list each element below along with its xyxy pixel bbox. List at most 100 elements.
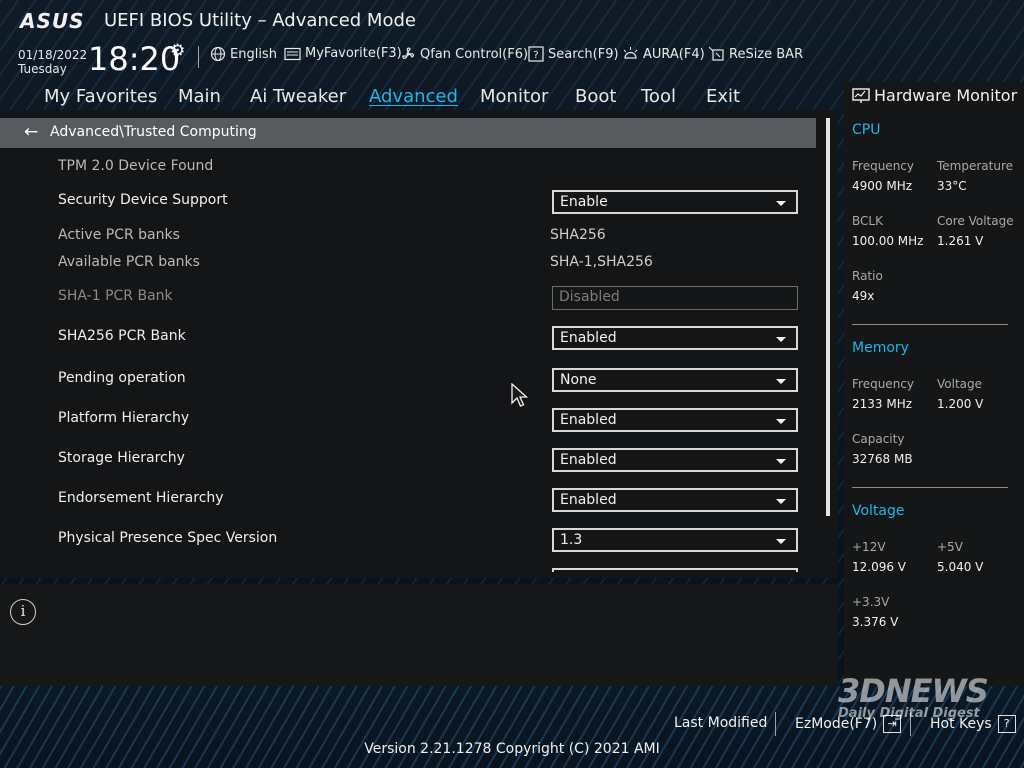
active-pcr-label: Active PCR banks <box>58 227 180 243</box>
endorsement-hierarchy-select[interactable]: Enabled <box>552 488 798 512</box>
language-label: English <box>230 46 277 62</box>
tab-ai-tweaker[interactable]: Ai Tweaker <box>250 86 346 107</box>
watermark: 3DNEWS Daily Digital Digest <box>838 672 998 722</box>
sha256-pcr-select[interactable]: Enabled <box>552 326 798 350</box>
v5-label: +5V <box>937 540 963 554</box>
v12-value: 12.096 V <box>852 560 907 574</box>
v12-label: +12V <box>852 540 886 554</box>
memory-frequency-label: Frequency <box>852 377 914 391</box>
version-text: Version 2.21.1278 Copyright (C) 2021 AMI <box>364 741 660 757</box>
v33-label: +3.3V <box>852 595 890 609</box>
svg-text:?: ? <box>533 50 538 61</box>
bclk-value: 100.00 MHz <box>852 234 924 248</box>
aura-label: AURA(F4) <box>643 46 705 62</box>
tab-main[interactable]: Main <box>178 86 221 107</box>
aura-icon <box>623 47 638 59</box>
qfan-control-button[interactable]: Qfan Control(F6) <box>400 46 528 62</box>
page-title: UEFI BIOS Utility – Advanced Mode <box>104 10 416 31</box>
divider <box>852 487 1008 488</box>
available-pcr-label: Available PCR banks <box>58 254 200 270</box>
chevron-down-icon <box>776 459 786 464</box>
resize-bar-icon <box>708 46 724 61</box>
tab-tool[interactable]: Tool <box>641 86 676 107</box>
tab-boot[interactable]: Boot <box>575 86 616 107</box>
tab-exit[interactable]: Exit <box>706 86 740 107</box>
watermark-tagline: Daily Digital Digest <box>838 706 980 721</box>
chevron-down-icon <box>776 201 786 206</box>
weekday-text: Tuesday <box>18 62 67 76</box>
date-display: 01/18/2022 Tuesday <box>18 48 87 76</box>
asus-logo: ASUS <box>20 9 85 33</box>
pp-spec-version-select[interactable]: 1.3 <box>552 528 798 552</box>
v33-value: 3.376 V <box>852 615 899 629</box>
last-modified-button[interactable]: Last Modified <box>674 715 767 731</box>
memory-section-title: Memory <box>852 340 909 356</box>
top-bar: ASUS UEFI BIOS Utility – Advanced Mode 0… <box>0 0 1024 82</box>
cpu-temperature-label: Temperature <box>937 159 1014 173</box>
search-icon: ? <box>528 46 544 62</box>
memory-frequency-value: 2133 MHz <box>852 397 913 411</box>
core-voltage-label: Core Voltage <box>937 214 1014 228</box>
pending-operation-select[interactable]: None <box>552 368 798 392</box>
date-text: 01/18/2022 <box>18 48 88 62</box>
mouse-cursor-icon <box>511 383 529 407</box>
capacity-value: 32768 MB <box>852 452 913 466</box>
sha256-pcr-label: SHA256 PCR Bank <box>58 328 186 344</box>
next-select-partial[interactable] <box>552 568 798 572</box>
breadcrumb[interactable]: ← Advanced\Trusted Computing <box>0 118 816 148</box>
divider <box>198 46 199 68</box>
gear-icon[interactable]: ⚙ <box>170 41 185 61</box>
main-nav: My Favorites Main Ai Tweaker Advanced Mo… <box>0 82 838 110</box>
chevron-down-icon <box>776 337 786 342</box>
breadcrumb-label: Advanced\Trusted Computing <box>50 124 257 140</box>
pending-operation-label: Pending operation <box>58 370 186 386</box>
search-label: Search(F9) <box>548 46 619 62</box>
resize-bar-button[interactable]: ReSize BAR <box>708 46 803 62</box>
aura-button[interactable]: AURA(F4) <box>622 46 705 62</box>
favorite-icon <box>284 47 301 60</box>
platform-hierarchy-value: Enabled <box>560 412 617 428</box>
pending-operation-value: None <box>560 372 597 388</box>
chevron-down-icon <box>776 499 786 504</box>
settings-panel: ← Advanced\Trusted Computing TPM 2.0 Dev… <box>0 110 838 578</box>
hardware-monitor-header: Hardware Monitor <box>852 86 1017 105</box>
security-device-support-select[interactable]: Enable <box>552 190 798 214</box>
platform-hierarchy-select[interactable]: Enabled <box>552 408 798 432</box>
tab-advanced[interactable]: Advanced <box>369 86 458 107</box>
storage-hierarchy-value: Enabled <box>560 452 617 468</box>
ratio-value: 49x <box>852 289 875 303</box>
cpu-temperature-value: 33°C <box>937 179 967 193</box>
cpu-frequency-label: Frequency <box>852 159 914 173</box>
chevron-down-icon <box>776 379 786 384</box>
tab-my-favorites[interactable]: My Favorites <box>44 86 157 107</box>
tab-monitor[interactable]: Monitor <box>480 86 548 107</box>
pp-spec-version-label: Physical Presence Spec Version <box>58 530 278 546</box>
tpm-status-text: TPM 2.0 Device Found <box>58 158 214 174</box>
back-arrow-icon[interactable]: ← <box>24 122 38 142</box>
divider <box>852 324 1008 325</box>
scrollbar[interactable] <box>826 118 830 516</box>
security-device-support-value: Enable <box>560 194 608 210</box>
hardware-monitor-panel: Hardware Monitor CPU Frequency 4900 MHz … <box>844 82 1024 686</box>
myfavorite-button[interactable]: MyFavorite(F3) <box>284 46 402 61</box>
monitor-icon <box>852 87 870 103</box>
sha256-pcr-value: Enabled <box>560 330 617 346</box>
available-pcr-value: SHA-1,SHA256 <box>550 254 653 270</box>
help-key-icon: ? <box>997 715 1016 733</box>
divider <box>775 712 776 736</box>
active-pcr-value: SHA256 <box>550 227 606 243</box>
search-button[interactable]: ? Search(F9) <box>528 46 619 62</box>
chevron-down-icon <box>776 539 786 544</box>
cpu-section-title: CPU <box>852 122 881 138</box>
memory-voltage-value: 1.200 V <box>937 397 984 411</box>
endorsement-hierarchy-label: Endorsement Hierarchy <box>58 490 224 506</box>
globe-icon <box>210 46 226 62</box>
hardware-monitor-title: Hardware Monitor <box>874 86 1018 105</box>
language-button[interactable]: English <box>210 46 277 62</box>
ratio-label: Ratio <box>852 269 883 283</box>
voltage-section-title: Voltage <box>852 503 905 519</box>
core-voltage-value: 1.261 V <box>937 234 984 248</box>
bclk-label: BCLK <box>852 214 883 228</box>
capacity-label: Capacity <box>852 432 905 446</box>
storage-hierarchy-select[interactable]: Enabled <box>552 448 798 472</box>
